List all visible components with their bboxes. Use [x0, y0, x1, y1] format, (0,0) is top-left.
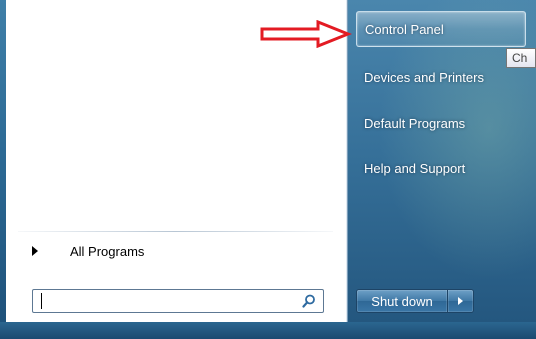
red-arrow-icon: [260, 20, 352, 48]
expand-arrow-icon: [32, 246, 38, 256]
all-programs-button[interactable]: All Programs: [18, 238, 318, 264]
search-icon[interactable]: [302, 294, 316, 308]
devices-and-printers-label: Devices and Printers: [364, 69, 484, 85]
control-panel-link[interactable]: Control Panel: [356, 11, 526, 47]
devices-and-printers-link[interactable]: Devices and Printers: [356, 59, 526, 95]
text-cursor: [41, 293, 42, 309]
separator: [18, 231, 333, 232]
shutdown-button[interactable]: Shut down: [356, 289, 448, 313]
shutdown-options-button[interactable]: [448, 289, 474, 313]
taskbar-edge: [0, 322, 536, 339]
programs-pane: [6, 0, 348, 323]
help-and-support-label: Help and Support: [364, 160, 466, 176]
all-programs-label: All Programs: [70, 243, 145, 259]
search-input[interactable]: [32, 289, 324, 313]
chevron-right-icon: [458, 297, 463, 305]
tooltip: Ch: [506, 48, 536, 68]
control-panel-label: Control Panel: [365, 21, 444, 37]
help-and-support-link[interactable]: Help and Support: [356, 150, 526, 186]
start-menu: All Programs Control Panel Devices and P…: [0, 0, 536, 339]
shutdown-control: Shut down: [356, 289, 474, 313]
default-programs-link[interactable]: Default Programs: [356, 105, 526, 141]
default-programs-label: Default Programs: [364, 115, 466, 131]
